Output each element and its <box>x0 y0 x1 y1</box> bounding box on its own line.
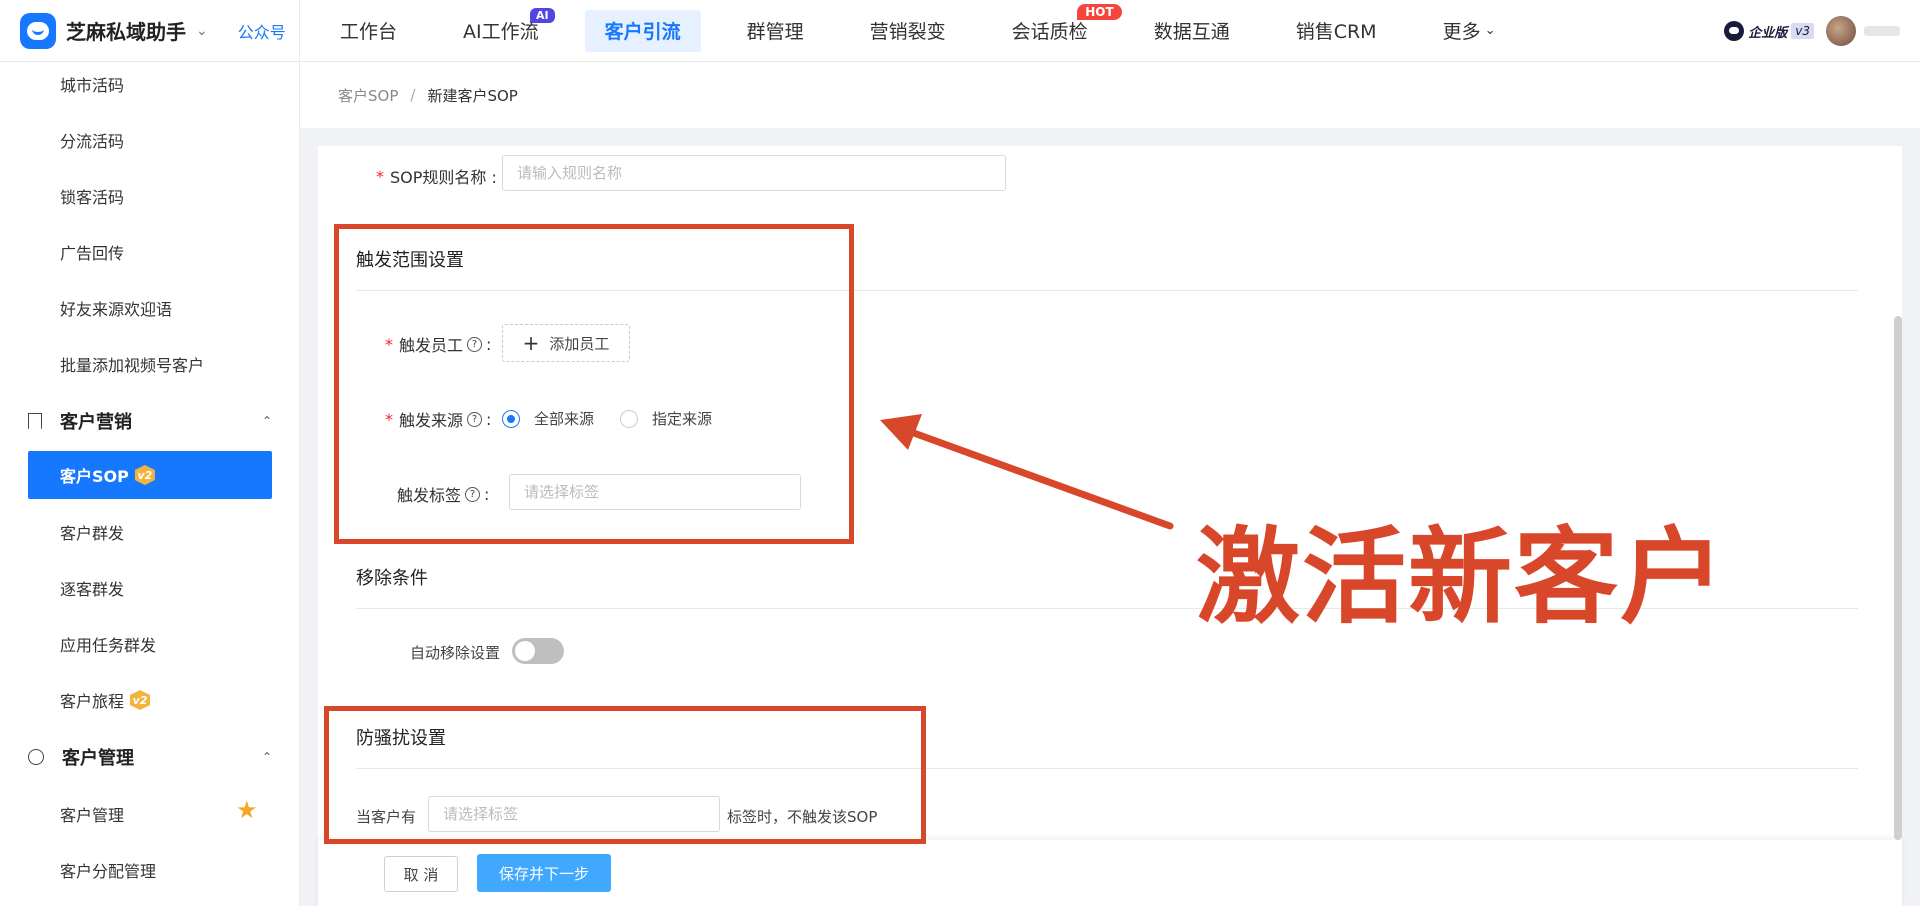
rule-name-input[interactable] <box>502 155 1006 191</box>
save-next-button[interactable]: 保存并下一步 <box>477 854 611 892</box>
edition-label: 企业版 <box>1748 25 1788 41</box>
annotation-text: 激活新客户 <box>1196 516 1727 638</box>
sidebar-item-lock-qrcode[interactable]: 锁客活码 <box>60 184 124 208</box>
sidebar-group-label: 客户管理 <box>62 748 134 769</box>
nav-marketing-fission[interactable]: 营销裂变 <box>850 10 966 52</box>
sidebar-item-label: 客户SOP <box>60 467 129 486</box>
chevron-up-icon: ⌃ <box>261 414 272 428</box>
chevron-down-icon: ⌄ <box>1484 23 1496 38</box>
nav-label: 会话质检 <box>1011 21 1088 43</box>
auto-remove-toggle[interactable] <box>512 638 564 664</box>
label-text: SOP规则名称 : <box>390 168 497 187</box>
sidebar-item-split-qrcode[interactable]: 分流活码 <box>60 128 124 152</box>
sidebar-item-label: 客户旅程 <box>60 692 125 711</box>
cancel-button[interactable]: 取 消 <box>384 856 458 892</box>
v2-badge-icon: v2 <box>134 465 155 485</box>
bookmark-icon <box>28 413 42 429</box>
section-title-remove: 移除条件 <box>356 568 428 589</box>
toggle-knob <box>515 641 535 661</box>
enterprise-icon <box>1724 21 1745 41</box>
brand-area[interactable]: 芝麻私域助手 ⌄ 公众号 <box>0 0 300 62</box>
nav-label: 销售CRM <box>1295 21 1377 43</box>
ai-badge: AI <box>530 7 555 23</box>
rule-name-label: * SOP规则名称 : <box>376 164 497 188</box>
sidebar: 城市活码 分流活码 锁客活码 广告回传 好友来源欢迎语 批量添加视频号客户 客户… <box>0 62 300 906</box>
nav-label: 群管理 <box>746 21 804 43</box>
star-icon[interactable]: ★ <box>236 796 258 824</box>
sidebar-item-customer-management[interactable]: 客户管理 <box>60 802 124 826</box>
sidebar-group-label: 客户营销 <box>60 412 132 433</box>
customer-manage-icon <box>28 749 44 765</box>
scrollbar[interactable] <box>1894 316 1902 840</box>
nav-label: 营销裂变 <box>869 21 946 43</box>
breadcrumb-parent[interactable]: 客户SOP <box>338 85 398 106</box>
breadcrumb-separator: / <box>410 86 416 104</box>
nav-label: 客户引流 <box>604 21 681 43</box>
nav-sales-crm[interactable]: 销售CRM <box>1276 10 1397 52</box>
breadcrumb: 客户SOP / 新建客户SOP <box>300 62 1920 128</box>
sidebar-item-customer-sop[interactable]: 客户SOP v2 <box>28 451 272 499</box>
user-name-blurred[interactable] <box>1864 26 1900 36</box>
nav-label: 数据互通 <box>1153 21 1230 43</box>
sidebar-item-customer-allocation[interactable]: 客户分配管理 <box>60 858 156 882</box>
sidebar-item-batch-add-channels[interactable]: 批量添加视频号客户 <box>60 352 204 376</box>
chevron-down-icon[interactable]: ⌄ <box>196 23 208 39</box>
sidebar-item-one-by-one-broadcast[interactable]: 逐客群发 <box>60 576 124 600</box>
nav-label: 工作台 <box>340 21 398 43</box>
nav-group-management[interactable]: 群管理 <box>727 10 824 52</box>
sidebar-item-city-qrcode[interactable]: 城市活码 <box>60 72 124 96</box>
top-right-area: 企业版 v3 <box>1724 16 1900 46</box>
annotation-box-trigger <box>334 224 854 544</box>
gzh-link[interactable]: 公众号 <box>238 19 286 43</box>
nav-more[interactable]: 更多 ⌄ <box>1423 10 1516 52</box>
avatar[interactable] <box>1826 16 1856 46</box>
auto-remove-label: 自动移除设置 <box>410 644 501 662</box>
nav-ai-workflow[interactable]: AI工作流 AI <box>443 7 559 52</box>
v2-badge-icon: v2 <box>130 690 151 710</box>
breadcrumb-current: 新建客户SOP <box>427 86 518 105</box>
required-mark: * <box>376 166 384 186</box>
nav-data-sync[interactable]: 数据互通 <box>1134 10 1250 52</box>
nav-customer-acquisition[interactable]: 客户引流 <box>584 9 701 52</box>
chevron-up-icon: ⌃ <box>261 750 272 764</box>
brand-name: 芝麻私域助手 <box>66 20 186 44</box>
sidebar-group-marketing[interactable]: 客户营销 ⌃ <box>28 408 272 434</box>
main-nav: 工作台 AI工作流 AI 客户引流 群管理 营销裂变 会话质检 HOT 数据互通 销… <box>320 0 1542 62</box>
top-navigation-bar: 芝麻私域助手 ⌄ 公众号 工作台 AI工作流 AI 客户引流 群管理 营销裂变 会… <box>0 0 1920 62</box>
sidebar-item-customer-journey[interactable]: 客户旅程 v2 <box>60 688 151 712</box>
hot-badge: HOT <box>1077 3 1122 20</box>
nav-label: 更多 <box>1442 21 1481 43</box>
sidebar-item-ad-callback[interactable]: 广告回传 <box>60 240 124 264</box>
sidebar-item-welcome-message[interactable]: 好友来源欢迎语 <box>60 296 172 320</box>
nav-label: AI工作流 <box>463 21 539 43</box>
brand-logo-icon <box>20 12 56 49</box>
edition-version: v3 <box>1791 23 1814 39</box>
annotation-box-antidisturb <box>324 706 926 844</box>
nav-session-qc[interactable]: 会话质检 HOT <box>992 3 1122 52</box>
nav-workbench[interactable]: 工作台 <box>320 10 417 52</box>
sidebar-group-customer-management[interactable]: 客户管理 ⌃ <box>28 744 272 770</box>
sidebar-item-customer-broadcast[interactable]: 客户群发 <box>60 520 124 544</box>
sidebar-item-app-task-broadcast[interactable]: 应用任务群发 <box>60 632 156 656</box>
